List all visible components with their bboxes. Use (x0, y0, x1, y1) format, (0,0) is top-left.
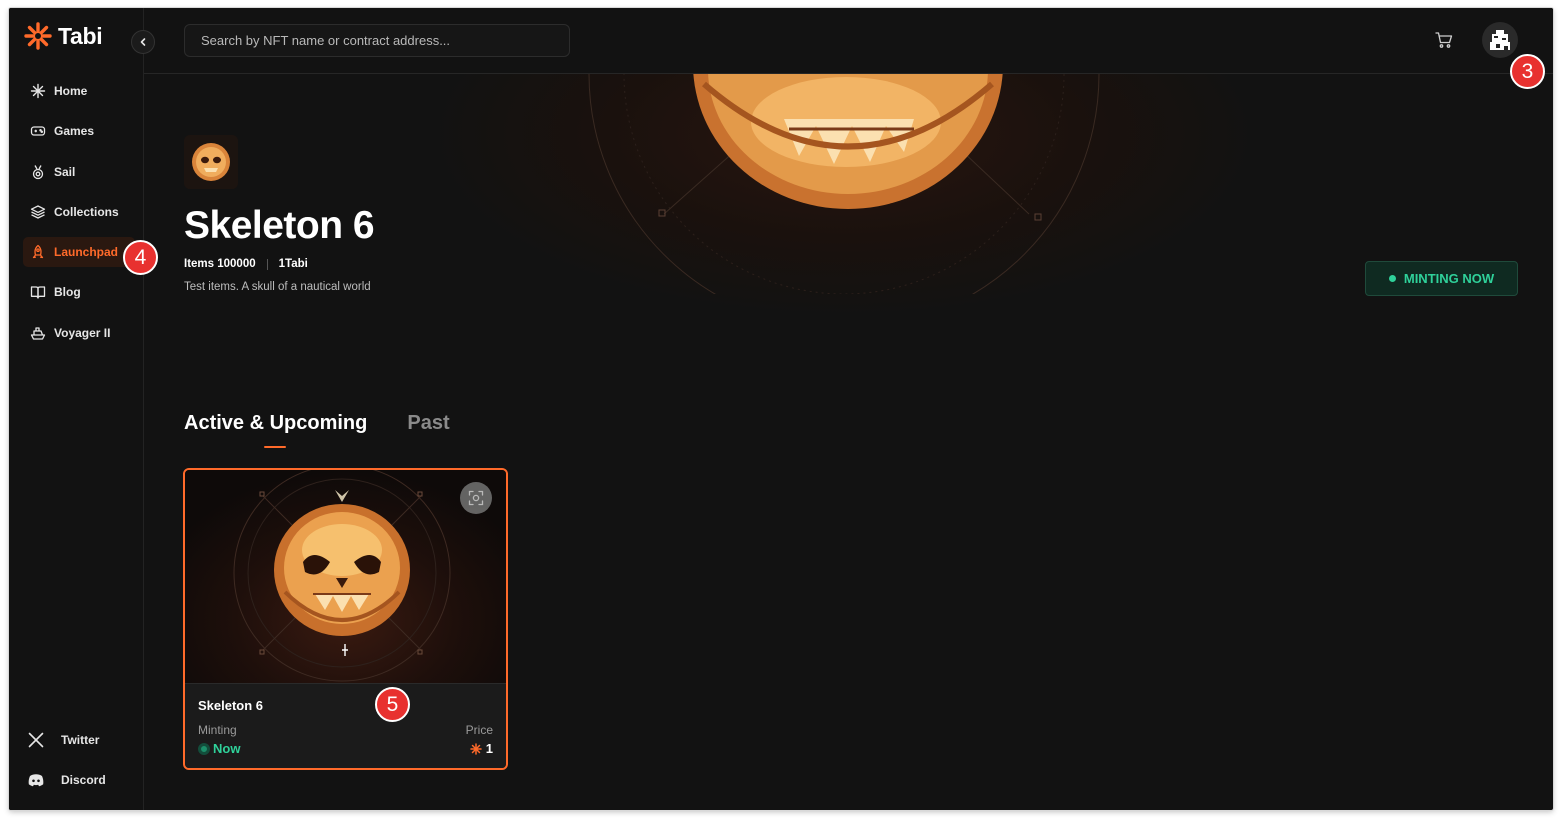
discord-icon (28, 774, 44, 787)
pixel-avatar-icon (1490, 30, 1510, 50)
sidebar-item-label: Blog (54, 285, 81, 300)
app-window: Tabi Home Games Sail Collections Launchp… (9, 8, 1553, 810)
skull-coin-image (184, 135, 238, 189)
minting-value: Now (213, 741, 241, 756)
tab-active-upcoming[interactable]: Active & Upcoming (184, 412, 367, 448)
chevron-left-icon (140, 38, 146, 46)
main-nav: Home Games Sail Collections Launchpad Bl… (23, 76, 135, 358)
collection-description: Test items. A skull of a nautical world (184, 281, 371, 293)
ship-icon (30, 327, 46, 340)
top-bar (144, 8, 1553, 74)
collapse-sidebar-button[interactable] (131, 30, 155, 54)
scan-icon (468, 490, 484, 506)
user-avatar[interactable] (1482, 22, 1518, 58)
tabi-logo-icon (24, 22, 52, 50)
sidebar-item-blog[interactable]: Blog (23, 277, 135, 307)
sidebar-item-collections[interactable]: Collections (23, 197, 135, 227)
mint-price: 1Tabi (278, 258, 308, 270)
launch-card[interactable]: Skeleton 6 Minting Price Now 1 (183, 468, 508, 770)
collection-thumbnail (184, 135, 238, 189)
sidebar-item-label: Collections (54, 204, 119, 219)
book-icon (30, 286, 46, 300)
minting-status-badge: MINTING NOW (1365, 261, 1518, 296)
annotation-marker-3: 3 (1510, 54, 1545, 89)
hero-skull-artwork (588, 74, 1100, 294)
sidebar-item-label: Twitter (61, 733, 100, 747)
live-dot-icon (198, 742, 210, 755)
preview-button[interactable] (460, 482, 492, 514)
gamepad-icon (30, 126, 46, 136)
minting-label: Minting (198, 723, 237, 737)
brand-name: Tabi (58, 22, 103, 49)
sidebar-item-label: Voyager II (54, 325, 111, 340)
status-dot-icon (1388, 275, 1396, 282)
card-details: Skeleton 6 Minting Price Now 1 (185, 683, 506, 768)
search-input[interactable] (184, 24, 570, 57)
sidebar-item-voyager[interactable]: Voyager II (23, 318, 135, 348)
sidebar-item-label: Discord (61, 773, 106, 787)
x-logo-icon (28, 732, 44, 748)
sparkle-icon (30, 83, 46, 99)
sidebar-item-label: Sail (54, 164, 76, 179)
price-value: 1 (470, 741, 493, 756)
sidebar-item-twitter[interactable]: Twitter (27, 731, 139, 749)
annotation-marker-4: 4 (123, 240, 158, 275)
tab-past[interactable]: Past (407, 412, 449, 435)
minting-status: Now (198, 741, 240, 756)
sidebar-item-home[interactable]: Home (23, 76, 135, 106)
sidebar-item-label: Games (54, 124, 95, 139)
sidebar-item-games[interactable]: Games (23, 116, 135, 146)
tabi-token-icon (470, 742, 482, 755)
price-label: Price (465, 723, 493, 737)
collection-hero: Skeleton 6 Items 100000 1Tabi Test items… (144, 74, 1553, 374)
meta-divider (266, 258, 268, 270)
logo[interactable]: Tabi (22, 20, 103, 52)
medal-icon (32, 164, 44, 179)
launchpad-tabs: Active & Upcoming Past (184, 412, 450, 448)
rocket-icon (32, 245, 44, 259)
collection-meta: Items 100000 1Tabi (184, 258, 308, 270)
items-count: Items 100000 (184, 258, 256, 270)
sidebar-item-label: Launchpad (54, 245, 119, 260)
layers-icon (30, 205, 46, 219)
sidebar: Tabi Home Games Sail Collections Launchp… (9, 8, 144, 810)
sidebar-item-label: Home (54, 84, 88, 98)
annotation-marker-5: 5 (375, 687, 410, 722)
card-title: Skeleton 6 (198, 698, 264, 713)
status-badge-label: MINTING NOW (1403, 271, 1495, 286)
collection-title: Skeleton 6 (184, 204, 375, 247)
card-image[interactable] (185, 470, 506, 683)
sidebar-item-discord[interactable]: Discord (27, 771, 139, 789)
sidebar-item-sail[interactable]: Sail (23, 157, 135, 187)
cart-icon[interactable] (1434, 30, 1454, 50)
price-amount: 1 (485, 741, 493, 756)
sidebar-item-launchpad[interactable]: Launchpad (23, 237, 135, 268)
skull-coin-image (233, 470, 451, 682)
